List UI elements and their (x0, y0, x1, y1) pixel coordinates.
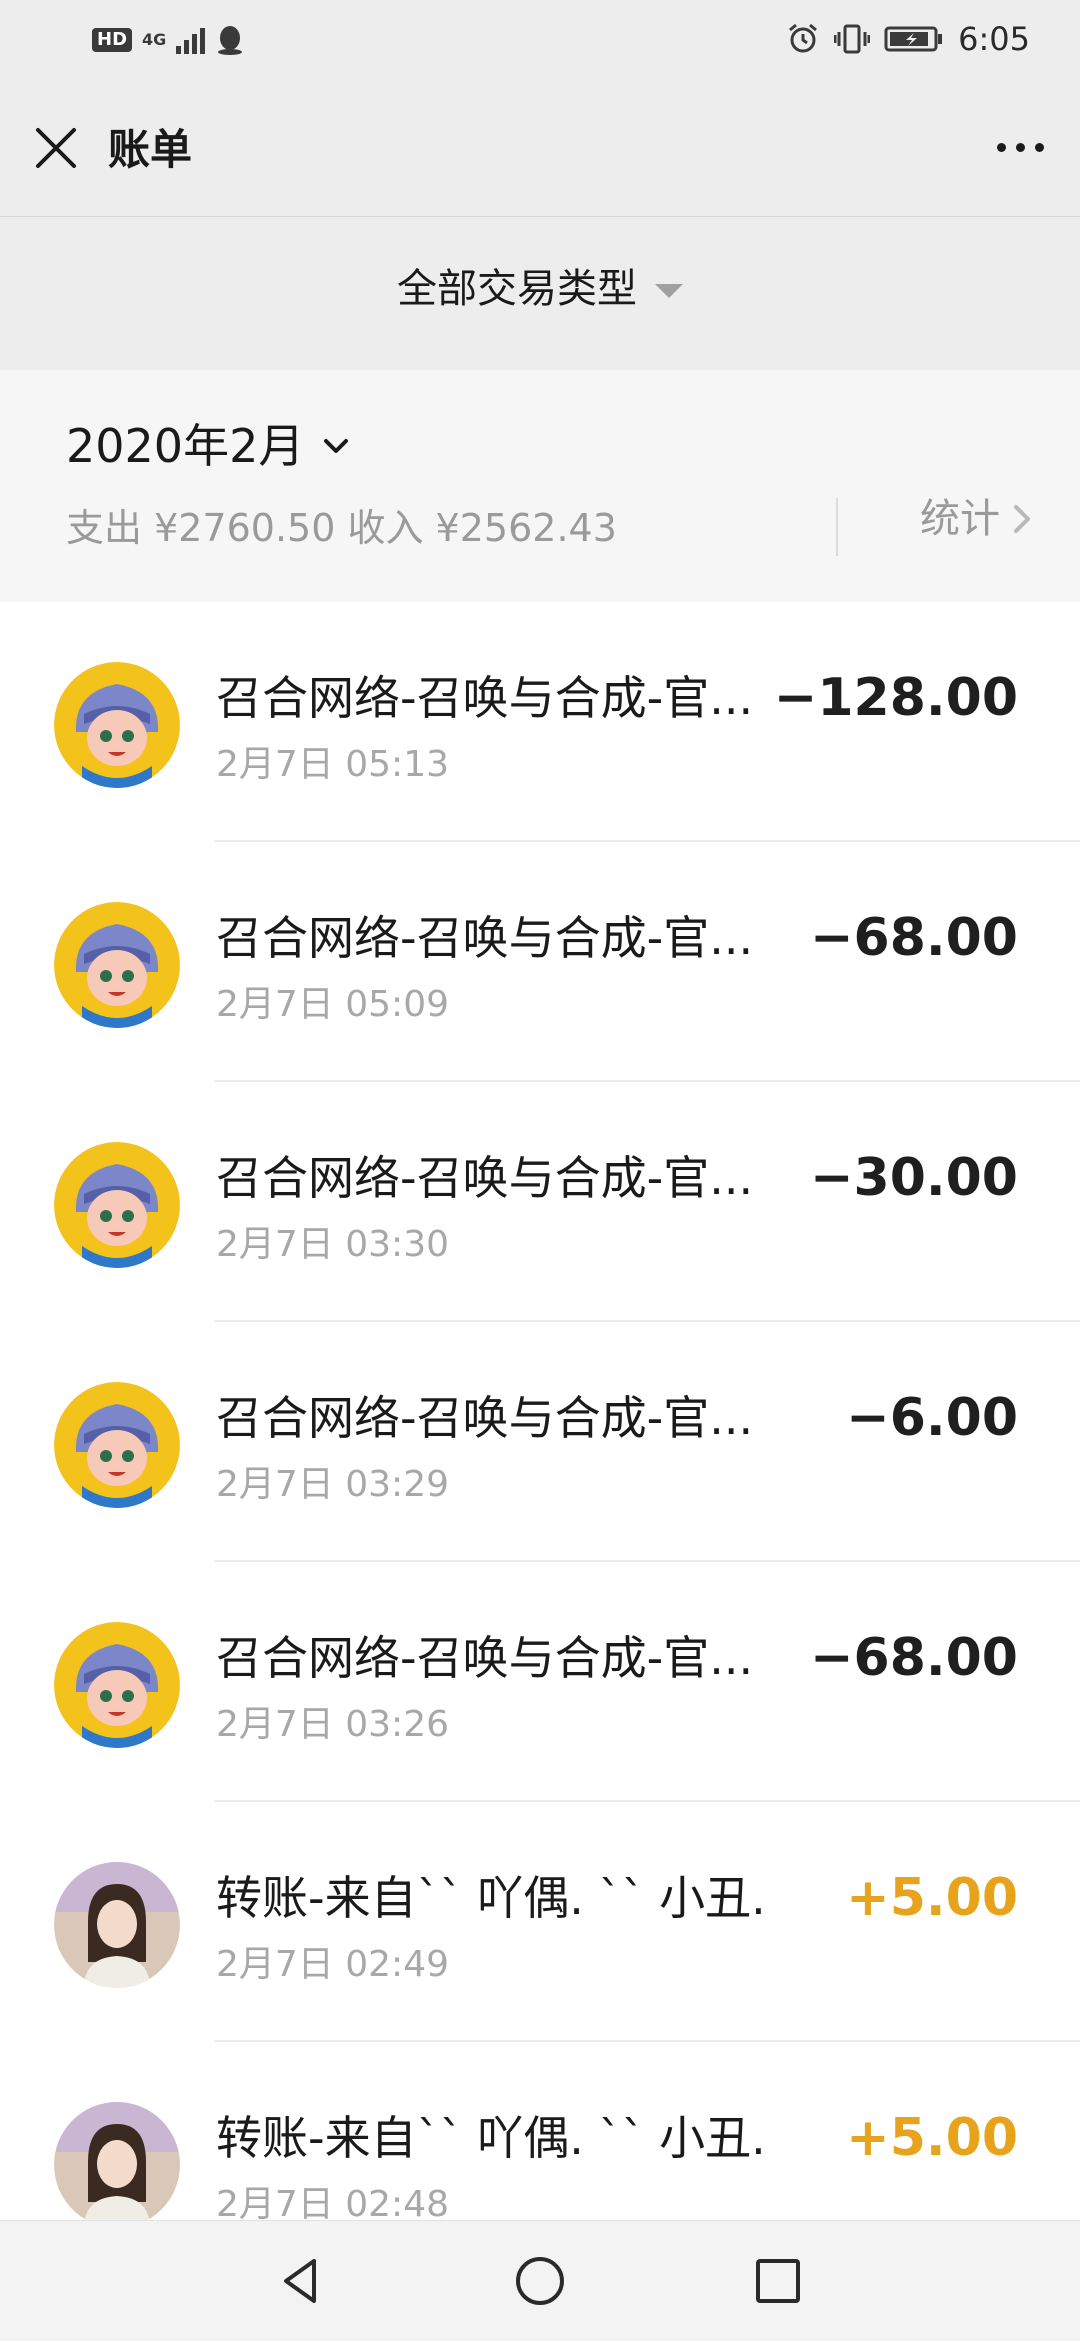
transaction-row[interactable]: 召合网络-召唤与合成-官... 2月7日 03:26 −68.00 (0, 1562, 1080, 1802)
status-bar: HD 4G 6:05 (0, 0, 1080, 84)
transaction-row[interactable]: 召合网络-召唤与合成-官... 2月7日 05:09 −68.00 (0, 842, 1080, 1082)
transaction-list: 召合网络-召唤与合成-官... 2月7日 05:13 −128.00 召合网络-… (0, 602, 1080, 2282)
transaction-time: 2月7日 02:49 (216, 1944, 449, 1985)
hd-badge: HD (92, 28, 133, 52)
caret-down-icon (655, 284, 683, 298)
network-label: 4G (142, 30, 167, 49)
transaction-time: 2月7日 05:09 (216, 984, 449, 1025)
transaction-time: 2月7日 03:30 (216, 1224, 449, 1265)
month-picker[interactable]: 2020年2月 (66, 418, 352, 474)
transaction-title: 召合网络-召唤与合成-官... (216, 671, 754, 725)
divider (836, 498, 838, 556)
transaction-title: 转账-来自`` 吖偶. `` 小丑. (216, 1871, 766, 1925)
game-avatar (54, 1622, 180, 1748)
transaction-amount: +5.00 (846, 2108, 1018, 2168)
transaction-title: 召合网络-召唤与合成-官... (216, 911, 754, 965)
transaction-amount: −68.00 (809, 1628, 1018, 1688)
transaction-amount: −6.00 (846, 1388, 1018, 1448)
chevron-right-icon (1014, 505, 1030, 533)
transaction-amount: −30.00 (809, 1148, 1018, 1208)
game-avatar (54, 902, 180, 1028)
transaction-title: 召合网络-召唤与合成-官... (216, 1151, 754, 1205)
transaction-title: 转账-来自`` 吖偶. `` 小丑. (216, 2111, 766, 2165)
filter-label: 全部交易类型 (397, 266, 637, 312)
clock: 6:05 (958, 20, 1030, 58)
month-totals: 支出 ¥2760.50 收入 ¥2562.43 (66, 506, 617, 550)
user-photo-avatar (54, 1862, 180, 1988)
vibrate-icon (834, 24, 871, 54)
transaction-row[interactable]: 召合网络-召唤与合成-官... 2月7日 05:13 −128.00 (0, 602, 1080, 842)
transaction-row[interactable]: 召合网络-召唤与合成-官... 2月7日 03:30 −30.00 (0, 1082, 1080, 1322)
transaction-type-filter[interactable]: 全部交易类型 (0, 263, 1080, 315)
transaction-row[interactable]: 召合网络-召唤与合成-官... 2月7日 03:29 −6.00 (0, 1322, 1080, 1562)
status-right: 6:05 (786, 20, 1030, 58)
game-avatar (54, 662, 180, 788)
transaction-amount: +5.00 (846, 1868, 1018, 1928)
transaction-amount: −128.00 (773, 668, 1018, 728)
more-dots-icon (996, 142, 1006, 152)
game-avatar (54, 1142, 180, 1268)
transaction-amount: −68.00 (809, 908, 1018, 968)
month-label: 2020年2月 (66, 419, 305, 473)
app-header: 账单 (0, 84, 1080, 217)
system-nav-bar (0, 2220, 1080, 2341)
transaction-time: 2月7日 03:26 (216, 1704, 449, 1745)
filter-bar: 全部交易类型 (0, 217, 1080, 370)
chevron-down-icon (324, 439, 349, 453)
more-options-button[interactable] (990, 132, 1050, 162)
page-title: 账单 (108, 125, 193, 174)
qq-penguin-icon (218, 26, 243, 55)
user-photo-avatar (54, 2102, 180, 2228)
transaction-title: 召合网络-召唤与合成-官... (216, 1391, 754, 1445)
recent-square-icon[interactable] (748, 2251, 808, 2311)
transaction-time: 2月7日 05:13 (216, 744, 449, 785)
game-avatar (54, 1382, 180, 1508)
transaction-time: 2月7日 03:29 (216, 1464, 449, 1505)
alarm-icon (789, 23, 818, 53)
battery-icon (884, 26, 943, 52)
transaction-title: 召合网络-召唤与合成-官... (216, 1631, 754, 1685)
transaction-row[interactable]: 转账-来自`` 吖偶. `` 小丑. 2月7日 02:49 +5.00 (0, 1802, 1080, 2042)
statistics-button[interactable]: 统计 (920, 494, 1034, 544)
back-triangle-icon[interactable] (272, 2251, 332, 2311)
home-circle-icon[interactable] (510, 2251, 570, 2311)
close-icon[interactable] (28, 120, 84, 176)
status-left: HD 4G (92, 24, 245, 56)
month-summary: 2020年2月 支出 ¥2760.50 收入 ¥2562.43 统计 (0, 370, 1080, 602)
signal-icon (176, 26, 206, 54)
statistics-label: 统计 (920, 496, 1000, 542)
